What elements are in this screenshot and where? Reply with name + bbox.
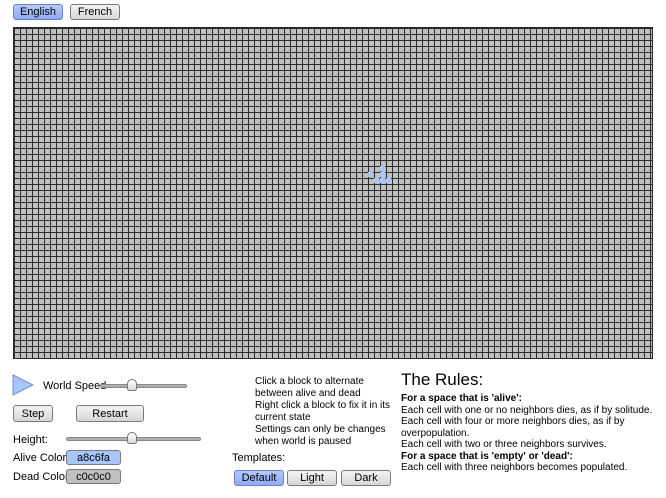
rule-text: Each cell with four or more neighbors di… [401, 416, 625, 439]
rule-text: Each cell with two or three neighbors su… [401, 439, 607, 450]
alive-cell[interactable] [368, 172, 373, 177]
rules-panel: The Rules: For a space that is 'alive': … [401, 371, 661, 474]
play-icon[interactable] [12, 374, 35, 396]
rules-title: The Rules: [401, 370, 484, 389]
dead-color-picker[interactable]: c0c0c0 [66, 469, 121, 484]
instruction-text: Settings can only be changes when world … [255, 424, 386, 447]
french-button[interactable]: French [70, 4, 120, 20]
dead-color-label: Dead Color: [13, 471, 72, 483]
alive-cell[interactable] [380, 166, 385, 171]
height-label: Height: [13, 434, 48, 446]
template-default-button[interactable]: Default [234, 470, 284, 486]
alive-cell[interactable] [380, 172, 385, 177]
world-speed-slider[interactable] [100, 379, 187, 391]
rule-text: Each cell with three neighbors becomes p… [401, 462, 628, 473]
rule-text: Each cell with one or no neighbors dies,… [401, 404, 653, 416]
step-button[interactable]: Step [13, 405, 53, 422]
template-light-button[interactable]: Light [287, 470, 337, 486]
world-speed-thumb[interactable] [127, 379, 137, 391]
height-thumb[interactable] [127, 432, 137, 444]
restart-button[interactable]: Restart [76, 405, 144, 422]
template-dark-button[interactable]: Dark [341, 470, 391, 486]
alive-cell[interactable] [380, 178, 385, 183]
world-speed-track [100, 384, 187, 388]
alive-cell[interactable] [374, 178, 379, 183]
templates-label: Templates: [232, 452, 286, 464]
instructions-panel: Click a block to alternate between alive… [255, 376, 397, 448]
alive-rules-heading: For a space that is 'alive': [401, 393, 522, 404]
alive-color-label: Alive Color: [13, 452, 70, 464]
alive-cell[interactable] [386, 178, 391, 183]
english-button[interactable]: English [13, 4, 63, 20]
height-slider[interactable] [66, 432, 201, 444]
instruction-text: Right click a block to fix it in its cur… [255, 400, 391, 423]
world-grid[interactable] [13, 27, 653, 359]
dead-rules-heading: For a space that is 'empty' or 'dead': [401, 450, 573, 462]
alive-color-picker[interactable]: a8c6fa [66, 450, 121, 465]
instruction-text: Click a block to alternate between alive… [255, 376, 364, 399]
world-speed-label: World Speed [43, 380, 107, 392]
